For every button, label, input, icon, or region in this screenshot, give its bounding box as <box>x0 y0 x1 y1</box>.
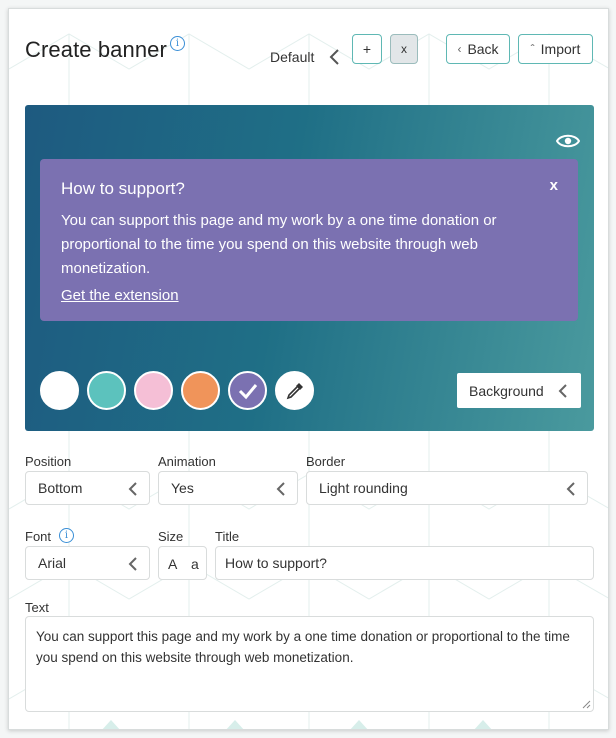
info-icon[interactable]: i <box>170 36 185 51</box>
increase-size-button[interactable]: A <box>168 556 177 572</box>
previous-variant-button[interactable] <box>327 46 343 68</box>
chevron-left-icon <box>128 482 137 496</box>
remove-variant-label: x <box>401 42 407 56</box>
chevron-left-icon <box>276 482 285 496</box>
color-swatch-white[interactable] <box>40 371 79 410</box>
chevron-left-icon <box>566 482 575 496</box>
position-label: Position <box>25 454 72 469</box>
banner-preview: How to support? x You can support this p… <box>25 105 594 431</box>
create-banner-panel: Create banner i Default + x ‹ Back ˆ Imp… <box>8 8 609 730</box>
title-label: Title <box>215 529 240 544</box>
animation-label: Animation <box>158 454 216 469</box>
font-value: Arial <box>38 555 67 571</box>
get-extension-link[interactable]: Get the extension <box>61 287 179 304</box>
variant-label: Default <box>270 49 315 65</box>
import-button[interactable]: ˆ Import <box>518 34 593 64</box>
color-swatch-pink[interactable] <box>134 371 173 410</box>
text-input-value: You can support this page and my work by… <box>36 629 570 665</box>
animation-value: Yes <box>171 480 194 496</box>
size-label: Size <box>158 529 184 544</box>
add-variant-button[interactable]: + <box>352 34 382 64</box>
back-button[interactable]: ‹ Back <box>446 34 510 64</box>
position-value: Bottom <box>38 480 83 496</box>
color-swatch-orange[interactable] <box>181 371 220 410</box>
animation-select[interactable]: Yes <box>158 471 298 505</box>
color-target-select[interactable]: Background <box>457 373 581 408</box>
back-button-label: Back <box>467 41 499 57</box>
checkmark-icon <box>238 384 258 400</box>
chevron-left-icon <box>558 384 567 398</box>
color-swatch-teal[interactable] <box>87 371 126 410</box>
font-select[interactable]: Arial <box>25 546 150 580</box>
banner-title: How to support? <box>61 179 185 198</box>
chevron-left-icon <box>128 557 137 571</box>
title-input-value: How to support? <box>225 555 327 571</box>
eyedropper-icon <box>286 383 303 400</box>
position-select[interactable]: Bottom <box>25 471 150 505</box>
font-info-icon[interactable]: i <box>59 528 74 543</box>
add-variant-label: + <box>362 41 372 57</box>
border-value: Light rounding <box>319 480 408 496</box>
color-target-value: Background <box>469 382 544 399</box>
font-label: Font <box>25 529 52 544</box>
border-label: Border <box>306 454 346 469</box>
color-picker-button[interactable] <box>275 371 314 410</box>
eye-icon[interactable] <box>556 133 580 149</box>
chevron-left-icon <box>329 49 339 65</box>
color-swatch-purple[interactable] <box>228 371 267 410</box>
title-input[interactable]: How to support? <box>215 546 594 580</box>
chevron-up-icon: ˆ <box>530 42 535 56</box>
support-banner: How to support? x You can support this p… <box>40 159 578 321</box>
banner-close-button[interactable]: x <box>550 177 558 194</box>
remove-variant-button[interactable]: x <box>390 34 418 64</box>
border-select[interactable]: Light rounding <box>306 471 588 505</box>
banner-text: You can support this page and my work by… <box>61 212 497 277</box>
decrease-size-button[interactable]: a <box>191 556 199 572</box>
page-title: Create banner <box>25 37 167 62</box>
resize-grip-icon[interactable] <box>582 700 591 709</box>
size-control: A a <box>158 546 207 580</box>
text-input[interactable]: You can support this page and my work by… <box>25 616 594 712</box>
text-label: Text <box>25 600 49 615</box>
import-button-label: Import <box>540 41 581 57</box>
chevron-left-icon: ‹ <box>457 42 462 56</box>
